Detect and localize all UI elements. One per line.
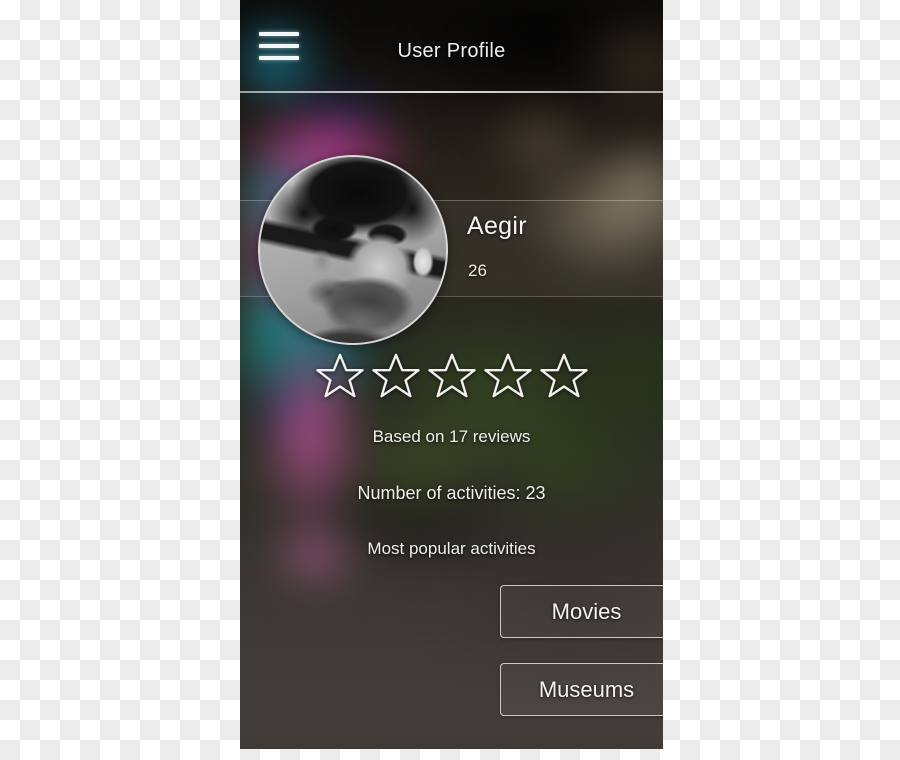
avatar-photo [260, 157, 446, 343]
activity-button-movies[interactable]: Movies [500, 585, 663, 638]
avatar[interactable] [258, 155, 448, 345]
mobile-app-panel: User Profile Aegir 26 Based on 17 review… [240, 0, 663, 749]
reviews-summary: Based on 17 reviews [372, 427, 531, 446]
activity-button-museums[interactable]: Museums [500, 663, 663, 716]
screenshot-canvas: User Profile Aegir 26 Based on 17 review… [0, 0, 900, 760]
star-outline-icon[interactable] [483, 352, 532, 398]
star-outline-icon[interactable] [371, 352, 420, 398]
star-rating[interactable] [240, 352, 663, 398]
star-outline-icon[interactable] [315, 352, 364, 398]
hamburger-line-1 [259, 32, 299, 36]
popular-activities-heading: Most popular activities [367, 539, 536, 558]
page-title: User Profile [397, 40, 506, 62]
profile-age: 26 [468, 261, 487, 280]
star-outline-icon[interactable] [427, 352, 476, 398]
profile-name: Aegir [467, 212, 527, 240]
app-header: User Profile [240, 0, 663, 93]
star-outline-icon[interactable] [539, 352, 588, 398]
header-divider [240, 91, 663, 93]
activities-count: Number of activities: 23 [357, 483, 546, 503]
